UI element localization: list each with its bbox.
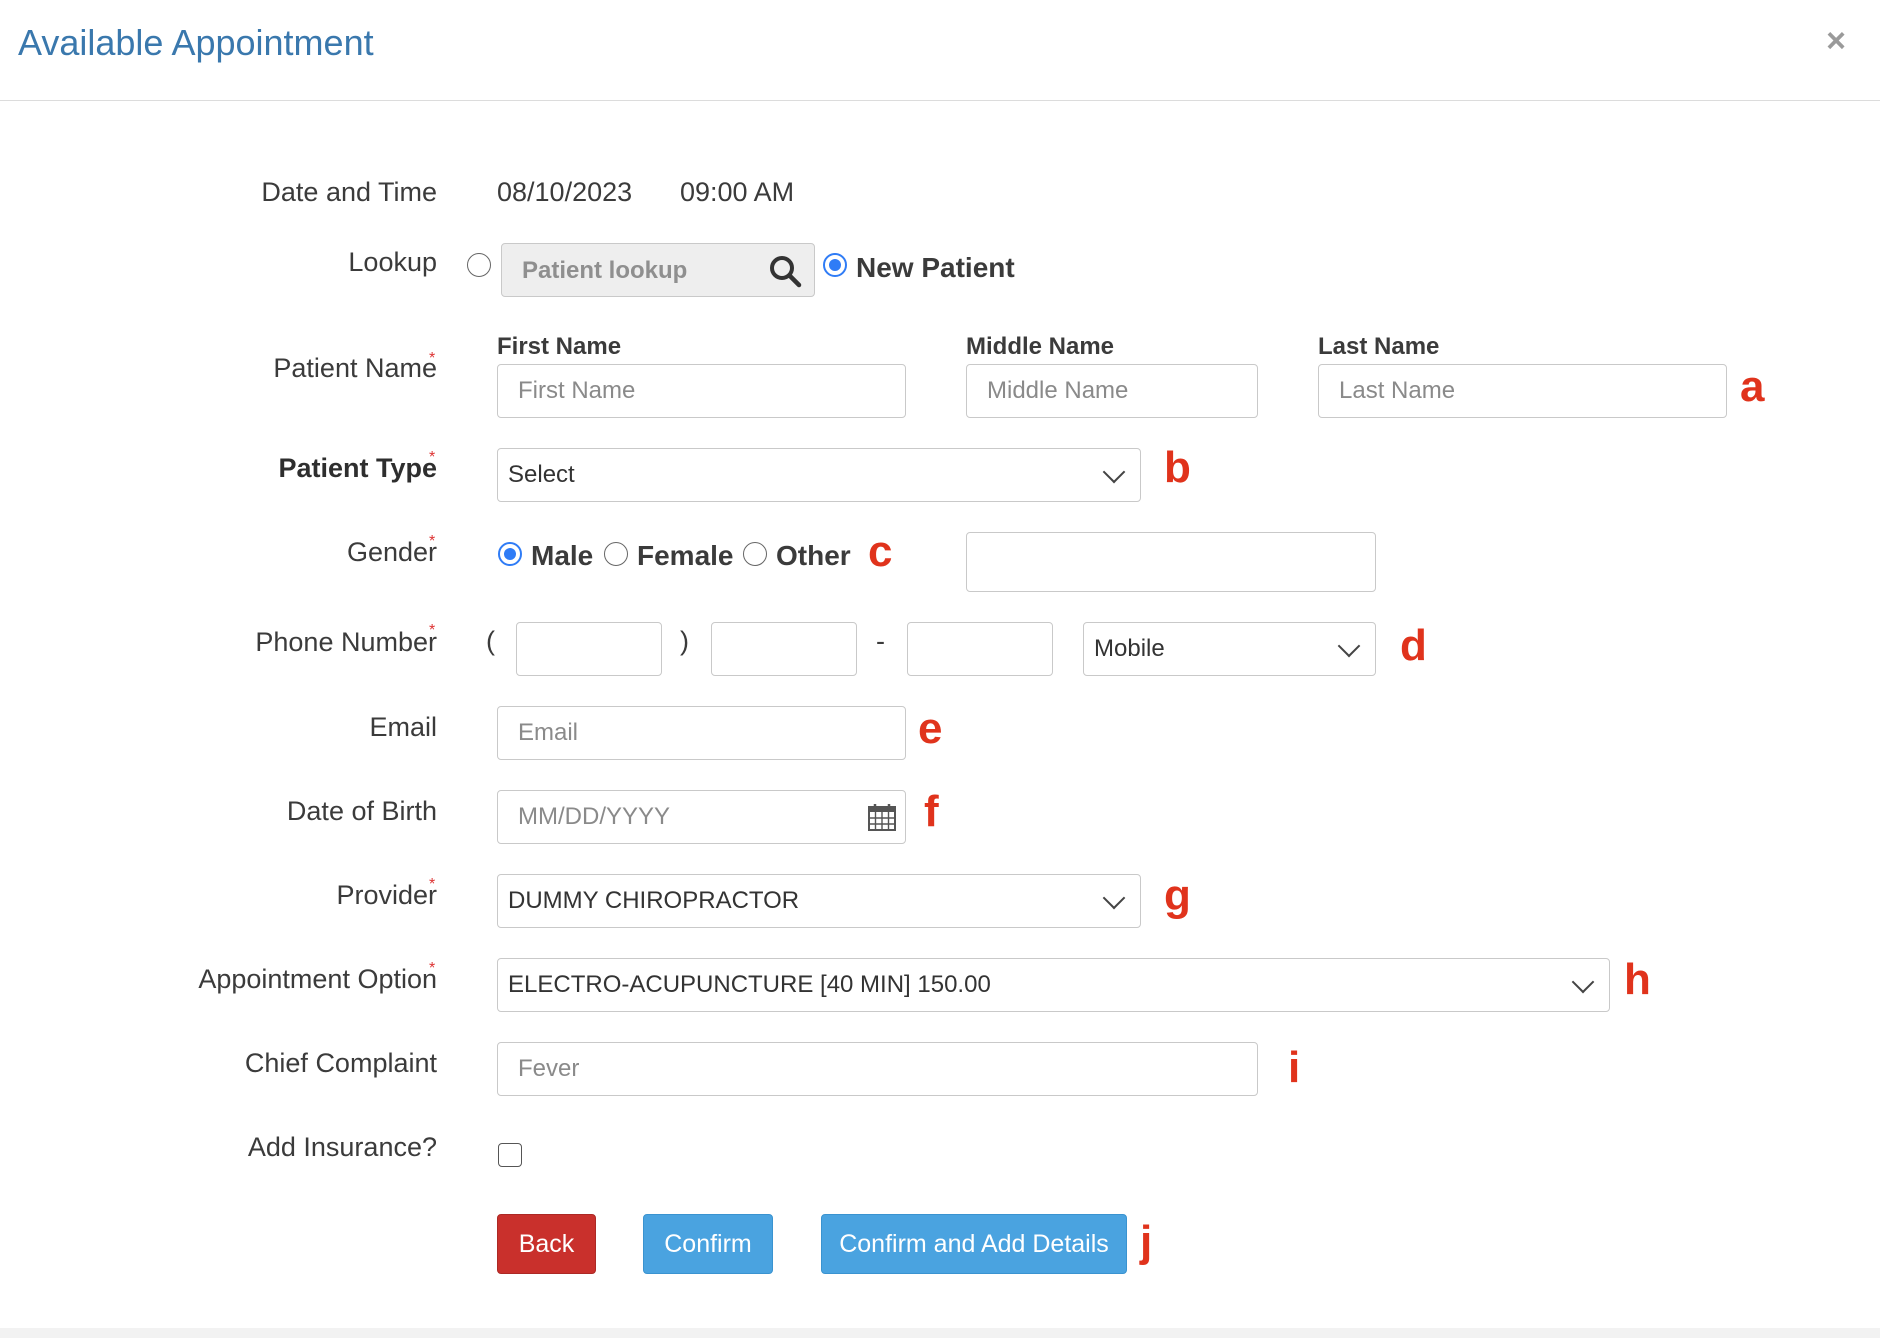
- chevron-down-icon: [1571, 970, 1595, 994]
- phone-area-code-input[interactable]: [516, 622, 662, 676]
- appointment-date: 08/10/2023: [497, 177, 633, 207]
- chevron-down-icon: [1102, 886, 1126, 910]
- phone-number-label: Phone Number: [255, 627, 437, 657]
- phone-type-value: Mobile: [1094, 635, 1165, 662]
- phone-type-select[interactable]: Mobile: [1083, 622, 1376, 676]
- close-icon[interactable]: ×: [1826, 22, 1846, 61]
- last-name-header: Last Name: [1318, 333, 1440, 360]
- required-asterisk: *: [429, 350, 436, 367]
- annotation-j: j: [1140, 1217, 1153, 1266]
- lookup-existing-radio[interactable]: [467, 253, 491, 277]
- lookup-label: Lookup: [348, 247, 437, 277]
- provider-value: DUMMY CHIROPRACTOR: [508, 887, 800, 914]
- required-asterisk: *: [429, 622, 436, 639]
- appointment-option-select[interactable]: ELECTRO-ACUPUNCTURE [40 MIN] 150.00: [497, 958, 1610, 1012]
- add-insurance-checkbox[interactable]: [498, 1143, 522, 1167]
- patient-lookup-box[interactable]: Patient lookup: [501, 243, 815, 297]
- chevron-down-icon: [1337, 634, 1361, 658]
- chevron-down-icon: [1102, 460, 1126, 484]
- chief-complaint-label: Chief Complaint: [244, 1048, 437, 1078]
- patient-lookup-placeholder: Patient lookup: [522, 257, 688, 284]
- gender-other-input[interactable]: [966, 532, 1376, 592]
- annotation-d: d: [1400, 621, 1427, 670]
- required-asterisk: *: [429, 449, 436, 466]
- annotation-h: h: [1624, 955, 1651, 1004]
- confirm-and-add-details-button[interactable]: Confirm and Add Details: [821, 1214, 1127, 1274]
- patient-type-value: Select: [508, 461, 575, 488]
- add-insurance-label: Add Insurance?: [247, 1132, 437, 1162]
- first-name-input[interactable]: [497, 364, 906, 418]
- gender-male-label: Male: [531, 540, 594, 571]
- new-patient-radio[interactable]: [823, 253, 847, 277]
- gender-male-radio[interactable]: [498, 542, 522, 566]
- phone-dash: -: [876, 626, 885, 656]
- new-patient-label: New Patient: [856, 252, 1015, 283]
- calendar-icon[interactable]: [867, 802, 897, 832]
- modal-title: Available Appointment: [18, 22, 374, 63]
- gender-female-radio[interactable]: [604, 542, 628, 566]
- back-button[interactable]: Back: [497, 1214, 596, 1274]
- middle-name-input[interactable]: [966, 364, 1258, 418]
- appointment-option-label: Appointment Option: [198, 964, 437, 994]
- first-name-header: First Name: [497, 333, 622, 360]
- annotation-g: g: [1164, 871, 1191, 920]
- provider-select[interactable]: DUMMY CHIROPRACTOR: [497, 874, 1141, 928]
- date-of-birth-input[interactable]: [497, 790, 906, 844]
- required-asterisk: *: [429, 876, 436, 893]
- patient-type-select[interactable]: Select: [497, 448, 1141, 502]
- phone-prefix-input[interactable]: [711, 622, 857, 676]
- email-input[interactable]: [497, 706, 906, 760]
- annotation-f: f: [924, 787, 939, 836]
- chief-complaint-input[interactable]: [497, 1042, 1258, 1096]
- provider-label: Provider: [336, 880, 437, 910]
- required-asterisk: *: [429, 960, 436, 977]
- phone-open-paren: (: [486, 626, 495, 656]
- annotation-c: c: [868, 527, 893, 576]
- annotation-a: a: [1740, 362, 1765, 411]
- gender-label: Gender: [346, 537, 437, 567]
- confirm-button[interactable]: Confirm: [643, 1214, 773, 1274]
- patient-type-label: Patient Type: [278, 453, 437, 483]
- appointment-option-value: ELECTRO-ACUPUNCTURE [40 MIN] 150.00: [508, 971, 991, 998]
- date-time-label: Date and Time: [261, 177, 437, 207]
- annotation-b: b: [1164, 443, 1191, 492]
- gender-other-radio[interactable]: [743, 542, 767, 566]
- header-divider: [0, 100, 1880, 101]
- phone-line-input[interactable]: [907, 622, 1053, 676]
- modal-footer-band: [0, 1328, 1880, 1338]
- gender-other-label: Other: [776, 540, 851, 571]
- email-label: Email: [369, 712, 437, 742]
- annotation-i: i: [1288, 1043, 1301, 1092]
- required-asterisk: *: [429, 533, 436, 550]
- appointment-time: 09:00 AM: [680, 177, 795, 207]
- patient-name-label: Patient Name: [273, 353, 437, 383]
- date-of-birth-label: Date of Birth: [286, 796, 437, 826]
- middle-name-header: Middle Name: [966, 333, 1115, 360]
- annotation-e: e: [918, 704, 943, 753]
- phone-close-paren: ): [680, 626, 689, 656]
- last-name-input[interactable]: [1318, 364, 1727, 418]
- gender-female-label: Female: [637, 540, 734, 571]
- date-of-birth-field[interactable]: [497, 790, 906, 844]
- search-icon[interactable]: [768, 254, 802, 288]
